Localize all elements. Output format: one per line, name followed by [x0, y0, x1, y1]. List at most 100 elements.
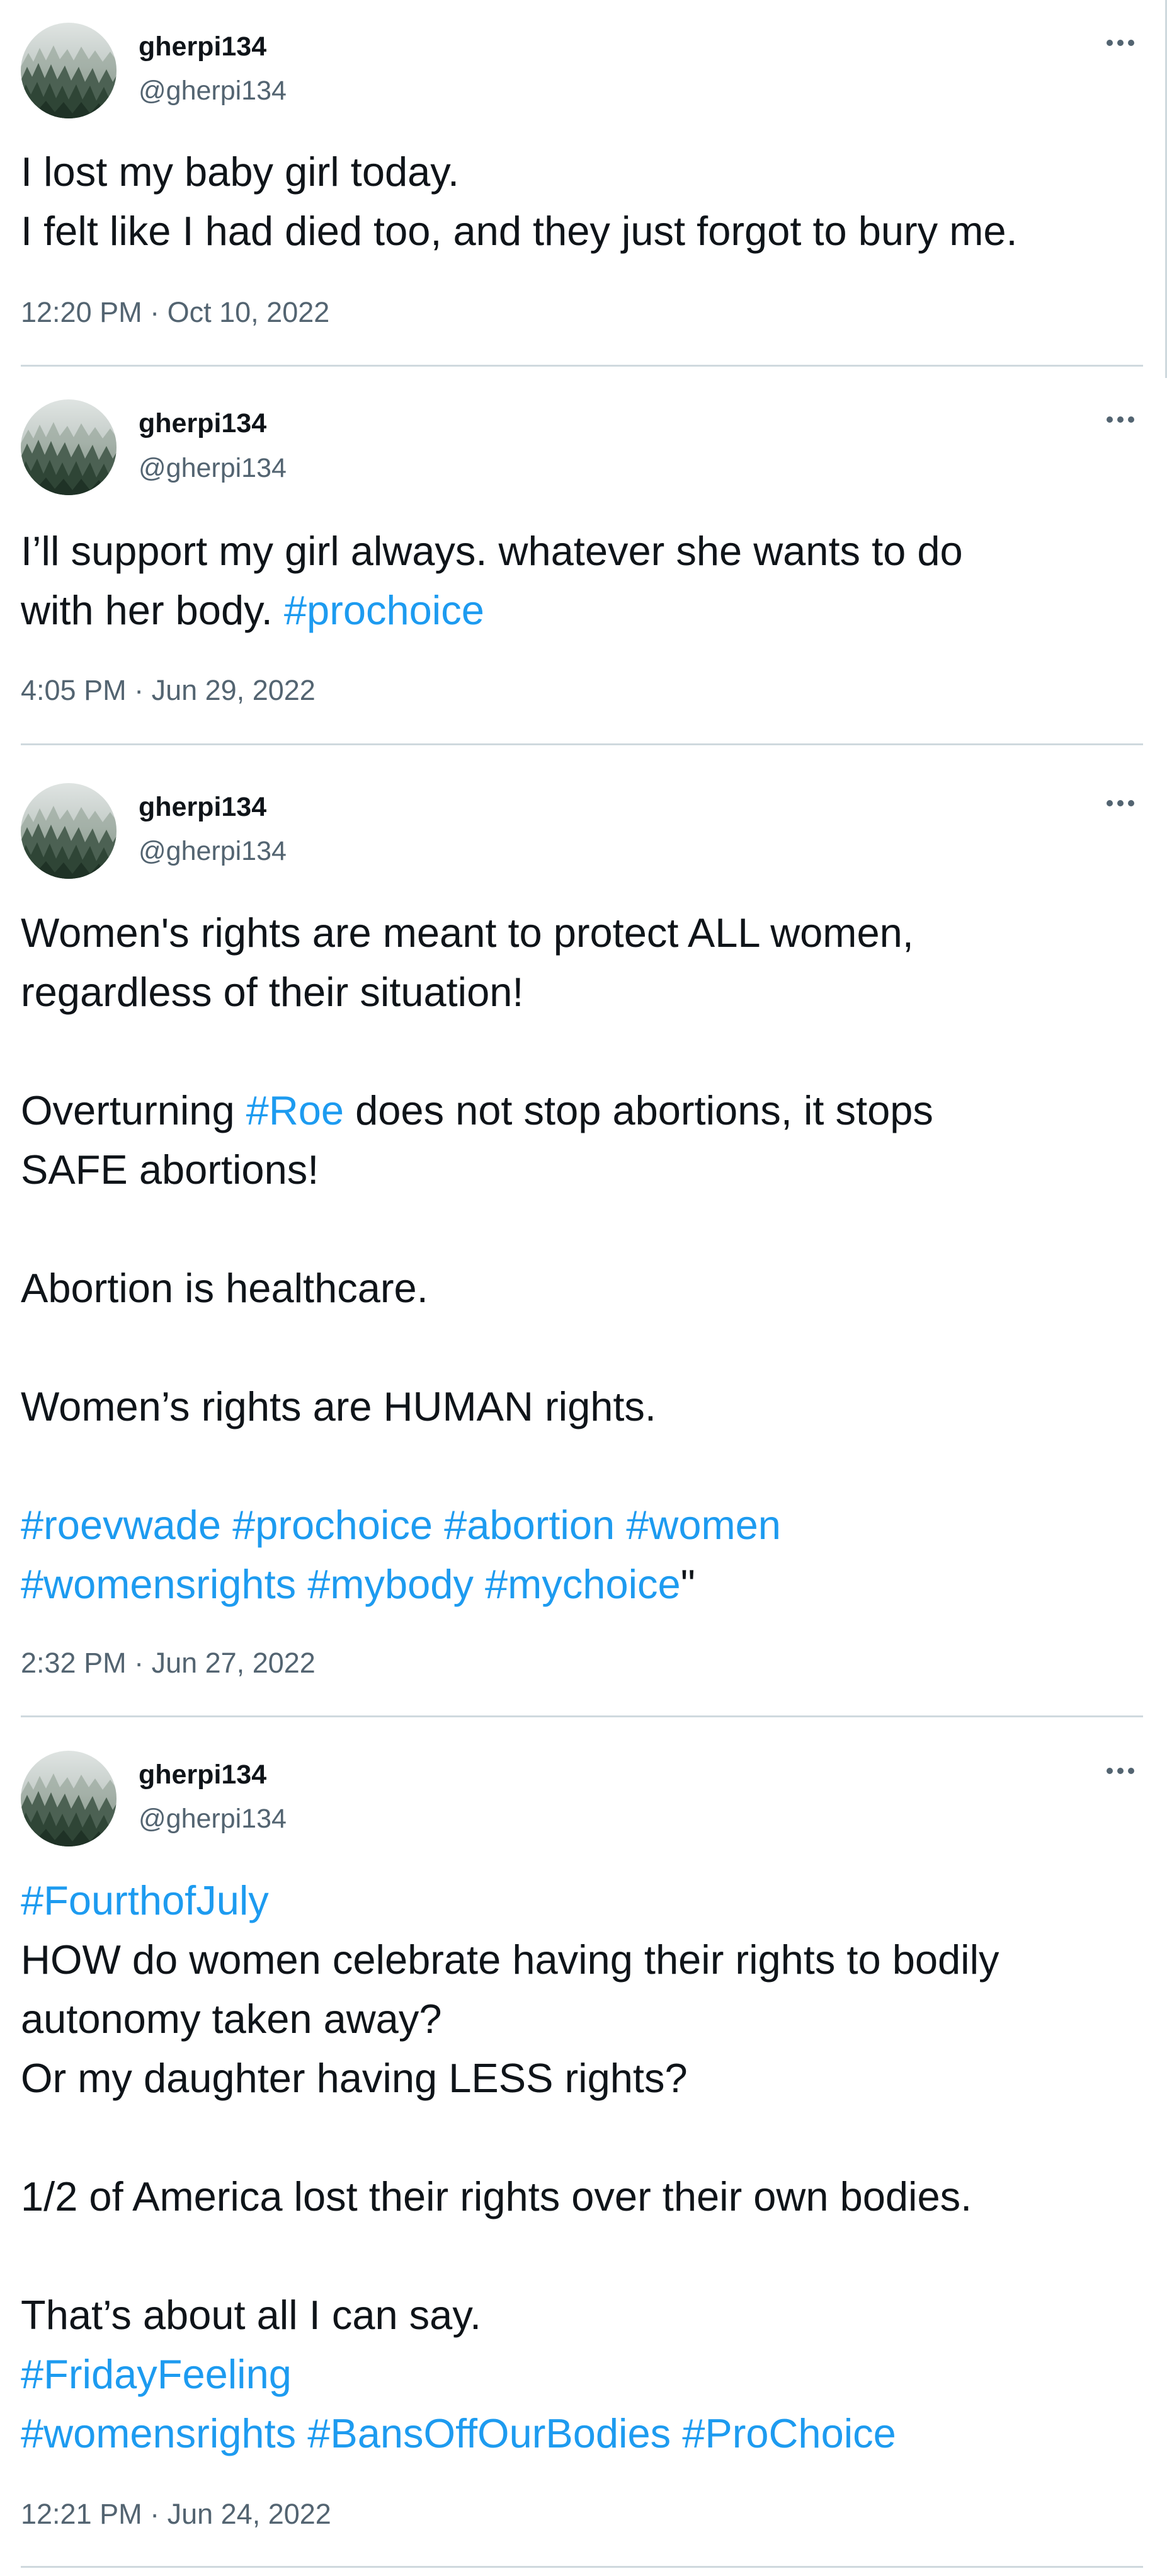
tweet-text-line: 1/2 of America lost their rights over th…	[21, 2167, 1142, 2226]
display-name[interactable]: gherpi134	[139, 1758, 266, 1791]
avatar[interactable]	[21, 783, 117, 879]
more-options-dots	[1107, 1768, 1134, 1774]
misty-forest-avatar-image	[21, 23, 117, 118]
tweet-text-line: Or my daughter having LESS rights?	[21, 2049, 1142, 2108]
tweet-text-segment: 1/2 of America lost their rights over th…	[21, 2173, 972, 2219]
hashtag-link[interactable]: #abortion	[444, 1502, 615, 1548]
display-name[interactable]: gherpi134	[139, 30, 266, 63]
tweet-text-line: Women's rights are meant to protect ALL …	[21, 903, 1142, 963]
misty-forest-avatar-image	[21, 783, 117, 879]
tweet-text-line: regardless of their situation!	[21, 963, 1142, 1022]
tweet-text: Women's rights are meant to protect ALL …	[21, 903, 1142, 1614]
tweet-text-segment: does not stop abortions, it stops	[344, 1087, 933, 1133]
tweet-text-segment: regardless of their situation!	[21, 969, 524, 1015]
misty-forest-avatar-image	[21, 1751, 117, 1846]
timestamp[interactable]: 2:32 PM · Jun 27, 2022	[21, 1646, 316, 1681]
tweet-text-line: That’s about all I can say.	[21, 2286, 1142, 2345]
tweet-text-segment	[474, 1561, 485, 1607]
hashtag-link[interactable]: #mychoice	[485, 1561, 681, 1607]
divider	[21, 1715, 1143, 1717]
tweet-text-segment: I’ll support my girl always. whatever sh…	[21, 528, 963, 574]
tweet-text-segment: HOW do women celebrate having their righ…	[21, 1937, 999, 1983]
hashtag-link[interactable]: #ProChoice	[682, 2410, 896, 2456]
tweet-text-line: #roevwade #prochoice #abortion #women	[21, 1496, 1142, 1555]
handle[interactable]: @gherpi134	[139, 835, 287, 867]
divider	[21, 2566, 1143, 2568]
tweet-text-line: #FridayFeeling	[21, 2345, 1142, 2404]
hashtag-link[interactable]: #prochoice	[284, 587, 484, 633]
avatar[interactable]	[21, 399, 117, 495]
tweet-text-line: #womensrights #BansOffOurBodies #ProChoi…	[21, 2404, 1142, 2463]
tweet-text-segment: I lost my baby girl today.	[21, 149, 460, 195]
tweet-text-segment: autonomy taken away?	[21, 1996, 442, 2042]
tweet-text: #FourthofJuly HOW do women celebrate havi…	[21, 1871, 1142, 2463]
tweet-text-line: Abortion is healthcare.	[21, 1259, 1142, 1318]
more-options-icon[interactable]	[1105, 413, 1136, 426]
hashtag-link[interactable]: #womensrights	[21, 1561, 296, 1607]
tweet-text-line: autonomy taken away?	[21, 1989, 1142, 2049]
tweet-text: I’ll support my girl always. whatever sh…	[21, 522, 1142, 640]
tweet-text-segment	[671, 2410, 682, 2456]
tweet-text-segment	[221, 1502, 232, 1548]
divider	[21, 743, 1143, 745]
hashtag-link[interactable]: #women	[626, 1502, 781, 1548]
tweet-text-segment: with her body.	[21, 587, 284, 633]
tweet-text-segment: SAFE abortions!	[21, 1147, 319, 1193]
tweet-text-segment: Abortion is healthcare.	[21, 1265, 428, 1311]
tweet-text-segment: "	[680, 1561, 695, 1607]
tweet-text-segment	[433, 1502, 444, 1548]
handle[interactable]: @gherpi134	[139, 1802, 287, 1835]
more-options-icon[interactable]	[1105, 797, 1136, 810]
tweet-text-line: I felt like I had died too, and they jus…	[21, 202, 1142, 261]
hashtag-link[interactable]: #FourthofJuly	[21, 1877, 269, 1923]
more-options-dots	[1107, 40, 1134, 46]
tweet-text-segment: Overturning	[21, 1087, 246, 1133]
tweet-text-segment	[615, 1502, 626, 1548]
handle[interactable]: @gherpi134	[139, 74, 287, 107]
tweet-text-segment: I felt like I had died too, and they jus…	[21, 208, 1018, 254]
tweet-text-line: SAFE abortions!	[21, 1140, 1142, 1199]
tweet-text-line: Overturning #Roe does not stop abortions…	[21, 1081, 1142, 1140]
tweet-text-segment	[296, 1561, 307, 1607]
more-options-dots	[1107, 416, 1134, 423]
tweet-text-line: #FourthofJuly	[21, 1871, 1142, 1930]
more-options-icon[interactable]	[1105, 1765, 1136, 1777]
avatar[interactable]	[21, 23, 117, 118]
more-options-icon[interactable]	[1105, 37, 1136, 49]
tweet-text: I lost my baby girl today. I felt like I …	[21, 142, 1142, 261]
tweet-text-line: #womensrights #mybody #mychoice"	[21, 1555, 1142, 1614]
tweet-text-segment: Women's rights are meant to protect ALL …	[21, 910, 914, 956]
hashtag-link[interactable]: #roevwade	[21, 1502, 221, 1548]
tweet-text-line: I lost my baby girl today.	[21, 142, 1142, 202]
tweet-text-line: I’ll support my girl always. whatever sh…	[21, 522, 1142, 581]
handle[interactable]: @gherpi134	[139, 452, 287, 484]
tweet-text-segment: Women’s rights are HUMAN rights.	[21, 1383, 656, 1429]
timestamp[interactable]: 12:21 PM · Jun 24, 2022	[21, 2497, 331, 2532]
tweet-text-line: Women’s rights are HUMAN rights.	[21, 1377, 1142, 1436]
display-name[interactable]: gherpi134	[139, 407, 266, 440]
tweet-text-line: HOW do women celebrate having their righ…	[21, 1930, 1142, 1989]
misty-forest-avatar-image	[21, 399, 117, 495]
avatar[interactable]	[21, 1751, 117, 1846]
tweet-text-segment: That’s about all I can say.	[21, 2292, 482, 2338]
timestamp[interactable]: 4:05 PM · Jun 29, 2022	[21, 673, 316, 708]
timestamp[interactable]: 12:20 PM · Oct 10, 2022	[21, 295, 329, 330]
hashtag-link[interactable]: #BansOffOurBodies	[307, 2410, 671, 2456]
divider	[21, 365, 1143, 367]
hashtag-link[interactable]: #mybody	[307, 1561, 474, 1607]
display-name[interactable]: gherpi134	[139, 791, 266, 823]
hashtag-link[interactable]: #Roe	[246, 1087, 344, 1133]
tweet-text-line: with her body. #prochoice	[21, 581, 1142, 640]
more-options-dots	[1107, 800, 1134, 806]
hashtag-link[interactable]: #prochoice	[232, 1502, 433, 1548]
hashtag-link[interactable]: #womensrights	[21, 2410, 296, 2456]
tweet-text-segment	[296, 2410, 307, 2456]
hashtag-link[interactable]: #FridayFeeling	[21, 2351, 292, 2397]
tweet-text-segment: Or my daughter having LESS rights?	[21, 2055, 688, 2101]
